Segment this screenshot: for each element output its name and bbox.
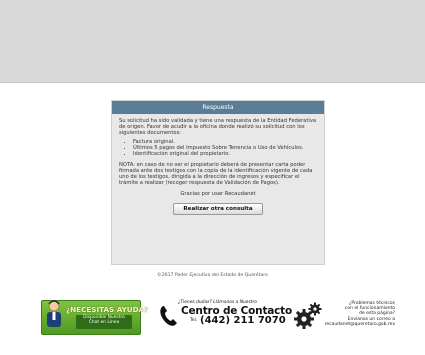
- panel-title: Respuesta: [112, 101, 324, 114]
- thanks-text: Gracias por usar Recaudanet: [180, 190, 256, 197]
- chat-subtitle: Disponible Nuestro Chat en Línea: [76, 315, 132, 329]
- copyright: ©2017 Poder Ejecutivo del Estado de Quer…: [157, 273, 268, 278]
- support-agent-icon: [47, 300, 61, 327]
- phone-number: (442) 211 7070: [200, 315, 286, 326]
- chat-subtitle-line: Chat en Línea: [88, 320, 120, 325]
- response-intro: Su solicitud ha sido validada y tiene un…: [119, 118, 317, 137]
- response-panel: Respuesta Su solicitud ha sido validada …: [111, 100, 325, 265]
- phone-icon: [160, 306, 177, 326]
- support-email-link[interactable]: recaudanet@queretaro.gob.mx: [317, 322, 395, 327]
- contact-center[interactable]: ¿Tienes dudas? Llámanos a Nuestro Centro…: [158, 300, 292, 334]
- documents-list: Factura original. Últimos 5 pagos del Im…: [119, 139, 317, 157]
- header-band: [0, 0, 425, 83]
- response-note: NOTA: en caso de no ser el propietario d…: [119, 161, 313, 186]
- tech-support-text: ¿Problemas técnicos con el funcionamient…: [317, 301, 395, 327]
- tel-label: Tel.: [190, 318, 198, 323]
- help-title: ¿NECESITAS AYUDA?: [66, 305, 149, 314]
- document-item: Identificación original del propietario.: [133, 151, 317, 157]
- new-query-button[interactable]: Realizar otra consulta: [173, 203, 263, 216]
- help-chat-banner[interactable]: ¿NECESITAS AYUDA? Disponible Nuestro Cha…: [41, 300, 148, 335]
- button-wrap: Realizar otra consulta: [119, 203, 317, 216]
- panel-body: Su solicitud ha sido validada y tiene un…: [112, 114, 324, 216]
